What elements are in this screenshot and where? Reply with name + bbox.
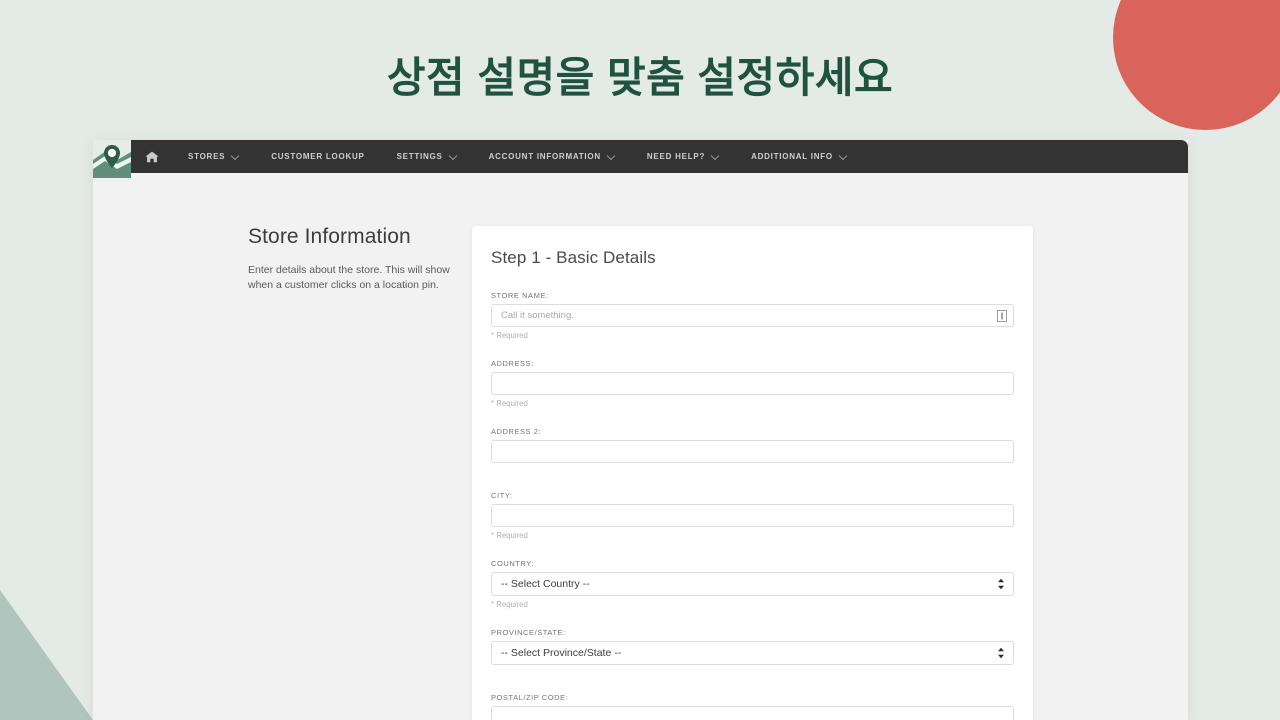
store-form-card: Step 1 - Basic Details STORE NAME: * Req… — [472, 226, 1033, 720]
nav-home-button[interactable] — [135, 140, 169, 173]
info-panel: Store Information Enter details about th… — [248, 225, 458, 293]
field-label: ADDRESS 2: — [491, 427, 542, 436]
required-note: * Required — [491, 531, 528, 540]
form-step-title: Step 1 - Basic Details — [491, 248, 656, 267]
required-note: * Required — [491, 331, 528, 340]
info-panel-description: Enter details about the store. This will… — [248, 264, 450, 291]
country-select[interactable]: -- Select Country -- — [491, 572, 1014, 596]
field-store-name: STORE NAME: * Required — [491, 291, 1014, 340]
province-state-select[interactable]: -- Select Province/State -- — [491, 641, 1014, 665]
page-title: 상점 설명을 맞춤 설정하세요 — [386, 54, 894, 101]
nav-item-additional-info[interactable]: ADDITIONAL INFO — [738, 140, 860, 173]
required-note: * Required — [491, 399, 528, 408]
nav-item-stores[interactable]: STORES — [175, 140, 252, 173]
field-label: CITY: — [491, 491, 513, 500]
nav-item-label: STORES — [188, 152, 226, 161]
select-updown-arrows-icon — [998, 578, 1004, 590]
map-pin-logo[interactable] — [93, 140, 131, 178]
nav-item-label: CUSTOMER LOOKUP — [271, 152, 365, 161]
required-note: * Required — [491, 600, 528, 609]
province-state-select-value: -- Select Province/State -- — [501, 647, 622, 659]
field-label: ADDRESS: — [491, 359, 534, 368]
nav-item-label: ADDITIONAL INFO — [751, 152, 833, 161]
nav-item-label: NEED HELP? — [646, 152, 706, 161]
field-address: ADDRESS: * Required — [491, 359, 1014, 408]
city-input[interactable] — [491, 504, 1014, 527]
address2-input[interactable] — [491, 440, 1014, 463]
field-address2: ADDRESS 2: — [491, 427, 1014, 463]
select-updown-arrows-icon — [998, 647, 1004, 659]
field-label: COUNTRY: — [491, 559, 535, 568]
decorative-triangle-bottom-left — [0, 590, 93, 720]
nav-item-label: SETTINGS — [396, 152, 443, 161]
top-navigation-bar: STORES CUSTOMER LOOKUP SETTINGS ACCOUNT … — [93, 140, 1188, 178]
country-select-value: -- Select Country -- — [501, 578, 590, 590]
field-postal-zip: POSTAL/ZIP CODE: — [491, 693, 1014, 720]
chevron-down-icon — [840, 153, 847, 160]
browser-window: STORES CUSTOMER LOOKUP SETTINGS ACCOUNT … — [93, 140, 1188, 720]
chevron-down-icon — [712, 153, 719, 160]
address-input[interactable] — [491, 372, 1014, 395]
nav-item-label: ACCOUNT INFORMATION — [488, 152, 601, 161]
nav-item-settings[interactable]: SETTINGS — [384, 140, 470, 173]
store-name-input[interactable] — [491, 304, 1014, 327]
chevron-down-icon — [450, 153, 457, 160]
nav-item-customer-lookup[interactable]: CUSTOMER LOOKUP — [258, 140, 377, 173]
page-content: Store Information Enter details about th… — [93, 173, 1188, 720]
field-province-state: PROVINCE/STATE: -- Select Province/State… — [491, 628, 1014, 665]
field-country: COUNTRY: -- Select Country -- * Required — [491, 559, 1014, 609]
chevron-down-icon — [608, 153, 615, 160]
field-city: CITY: * Required — [491, 491, 1014, 540]
chevron-down-icon — [232, 153, 239, 160]
nav-item-account-information[interactable]: ACCOUNT INFORMATION — [476, 140, 628, 173]
home-icon — [145, 151, 159, 162]
map-pin-logo-icon — [93, 140, 131, 178]
field-label: STORE NAME: — [491, 291, 549, 300]
info-panel-title: Store Information — [248, 225, 411, 248]
field-label: PROVINCE/STATE: — [491, 628, 566, 637]
field-label: POSTAL/ZIP CODE: — [491, 693, 569, 702]
nav-item-need-help[interactable]: NEED HELP? — [634, 140, 732, 173]
postal-zip-input[interactable] — [491, 706, 1014, 720]
